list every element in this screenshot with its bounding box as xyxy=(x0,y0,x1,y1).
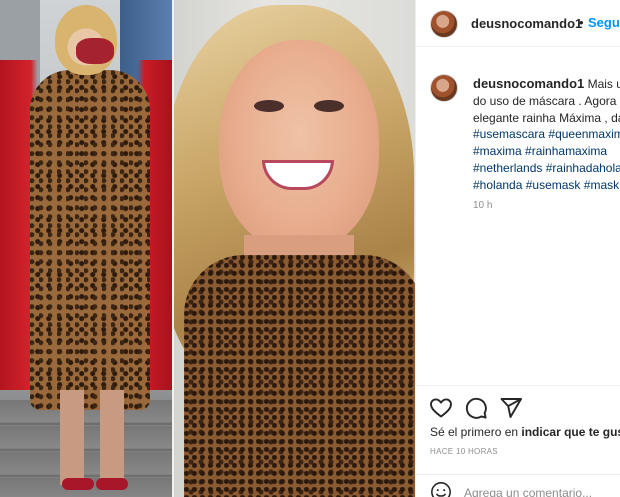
hashtag-link[interactable]: #holanda xyxy=(473,178,522,192)
follow-button[interactable]: Seguir xyxy=(588,15,620,30)
likes-line: Sé el primero en indicar que te gus xyxy=(430,425,620,439)
photo-full-body xyxy=(0,0,172,497)
post-side-panel: deusnocomando1 • Seguir deusnocomando1 M… xyxy=(415,0,620,497)
hashtag-link[interactable]: #netherlands xyxy=(473,161,542,175)
hashtag-link[interactable]: #maxima xyxy=(473,144,522,158)
post-date[interactable]: HACE 10 HORAS xyxy=(430,447,498,456)
hashtag-line: #netherlands #rainhadahola xyxy=(473,160,620,177)
caption: deusnocomando1 Mais um do uso de máscara… xyxy=(416,70,620,220)
leg-left xyxy=(60,390,84,485)
hashtag-link[interactable]: #rainhadahola xyxy=(546,161,620,175)
comment-bar xyxy=(416,474,620,497)
portrait-eye-left xyxy=(254,100,284,112)
hashtag-link[interactable]: #usemascara xyxy=(473,127,545,141)
leg-right xyxy=(100,390,124,485)
caption-text: deusnocomando1 Mais um do uso de máscara… xyxy=(473,76,620,194)
send-icon[interactable] xyxy=(499,396,523,420)
heart-icon[interactable] xyxy=(429,396,453,420)
post-header: deusnocomando1 • Seguir xyxy=(416,0,620,47)
portrait-leopard-blouse xyxy=(184,255,415,497)
leopard-dress xyxy=(30,70,150,410)
hashtag-line: #usemascara #queenmaxim xyxy=(473,126,620,143)
hashtag-link[interactable]: #usemask xyxy=(526,178,581,192)
shoe-right xyxy=(96,478,128,490)
post-actions xyxy=(416,385,620,425)
emoji-icon[interactable] xyxy=(430,481,452,497)
face-mask xyxy=(76,38,114,64)
caption-time-ago[interactable]: 10 h xyxy=(473,200,492,211)
portrait-face xyxy=(219,40,379,250)
shoe-left xyxy=(62,478,94,490)
avatar[interactable] xyxy=(430,10,458,38)
caption-avatar[interactable] xyxy=(430,74,458,102)
caption-username[interactable]: deusnocomando1 xyxy=(473,76,584,91)
hashtag-line: #holanda #usemask #mask xyxy=(473,177,620,194)
post-author-username[interactable]: deusnocomando1 xyxy=(471,16,582,31)
hashtag-link[interactable]: #rainhamaxima xyxy=(525,144,607,158)
hashtag-link[interactable]: #mask xyxy=(584,178,619,192)
comment-input[interactable] xyxy=(464,483,620,497)
caption-text-line-1: Mais um xyxy=(587,77,620,91)
caption-text-line-2: do uso de máscara . Agora v xyxy=(473,93,620,108)
hashtag-link[interactable]: #queenmaxim xyxy=(548,127,620,141)
comment-icon[interactable] xyxy=(464,396,488,420)
caption-text-line-3: elegante rainha Máxima , da xyxy=(473,110,620,125)
hashtag-line: #maxima #rainhamaxima xyxy=(473,143,620,160)
post-media[interactable] xyxy=(0,0,415,497)
separator-dot: • xyxy=(579,15,584,30)
photo-portrait xyxy=(174,0,415,497)
like-link[interactable]: indicar que te gus xyxy=(521,425,620,439)
portrait-eye-right xyxy=(314,100,344,112)
likes-prefix: Sé el primero en xyxy=(430,425,519,439)
caption-line: deusnocomando1 Mais um xyxy=(473,76,620,93)
